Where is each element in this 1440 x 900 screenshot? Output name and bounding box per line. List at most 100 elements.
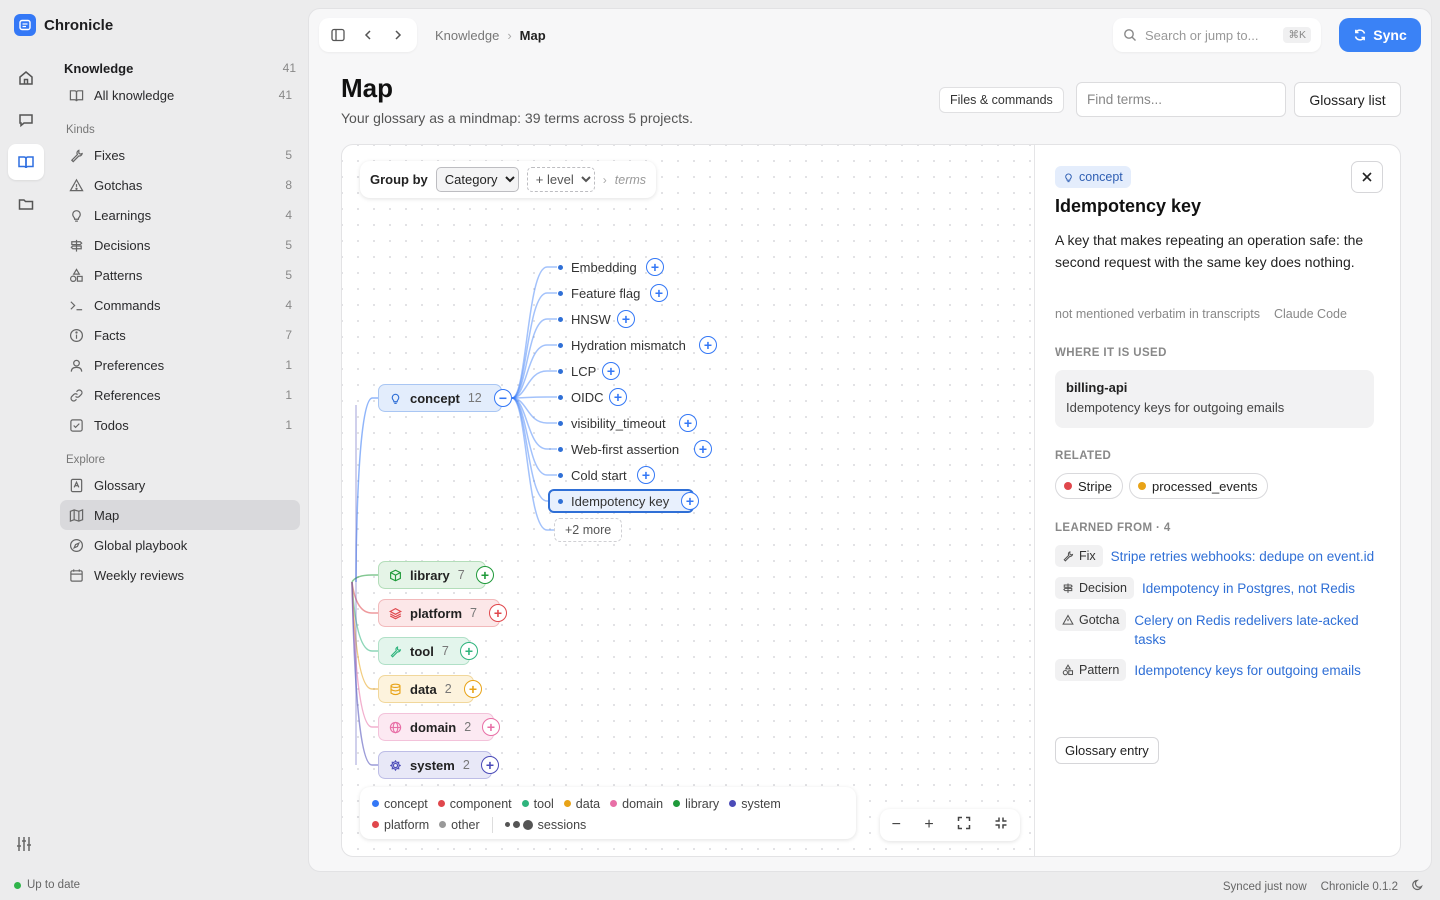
learned-link[interactable]: Celery on Redis redelivers late-acked ta… [1134,609,1385,649]
sync-button[interactable]: Sync [1339,18,1421,52]
category-node-domain[interactable]: domain 2 [378,713,494,741]
sidebar-item-decisions[interactable]: Decisions 5 [60,230,300,260]
term-node[interactable]: Embedding [558,257,637,277]
term-node[interactable]: Web-first assertion [558,439,679,459]
category-node-data[interactable]: data 2 [378,675,474,703]
expand-term-button[interactable]: + [609,388,627,406]
term-node[interactable]: Hydration mismatch [558,335,686,355]
term-node[interactable]: LCP [558,361,596,381]
sidebar-item-weekly-reviews[interactable]: Weekly reviews [60,560,300,590]
category-node-system[interactable]: system 2 [378,751,492,779]
status-bar-right: Synced just now Chronicle 0.1.2 [1223,879,1424,894]
usage-card[interactable]: billing-api Idempotency keys for outgoin… [1055,370,1374,428]
term-dot [558,342,563,348]
expand-term-button[interactable]: + [650,284,668,302]
expand-term-button[interactable]: + [694,440,712,458]
collapse-view-icon[interactable] [994,816,1008,835]
database-icon [390,683,401,695]
panel-divider [1034,145,1035,856]
sidebar-item-map[interactable]: Map [60,500,300,530]
search-bar[interactable]: Search or jump to... ⌘K [1113,18,1321,52]
expand-library-button[interactable]: + [476,566,494,584]
search-shortcut: ⌘K [1283,27,1311,43]
sidebar-item-glossary[interactable]: Glossary [60,470,300,500]
expand-domain-button[interactable]: + [482,718,500,736]
term-dot [558,264,563,270]
breadcrumb-parent[interactable]: Knowledge [435,28,499,43]
files-commands-button[interactable]: Files & commands [939,87,1064,113]
nav-section-knowledge[interactable]: Knowledge 41 [60,56,300,80]
sidebar-item-commands[interactable]: Commands 4 [60,290,300,320]
fit-view-icon[interactable] [957,816,971,835]
expand-term-button[interactable]: + [617,310,635,328]
sidebar-item-all-knowledge[interactable]: All knowledge 41 [60,80,300,110]
expand-data-button[interactable]: + [464,680,482,698]
collapse-concept-button[interactable]: − [494,389,512,407]
sidebar-item-global-playbook[interactable]: Global playbook [60,530,300,560]
term-node-selected[interactable]: Idempotency key [548,489,694,513]
group-by-select[interactable]: Category [435,167,519,192]
learned-link[interactable]: Idempotency in Postgres, not Redis [1142,577,1355,598]
kind-label: Decision [1079,581,1127,595]
sidebar-item-gotchas[interactable]: Gotchas 8 [60,170,300,200]
legend-item: other [439,818,480,832]
zoom-out-button[interactable]: − [892,816,901,834]
term-node[interactable]: OIDC [558,387,604,407]
mindmap-canvas[interactable]: Group by Category + level › terms concep… [342,145,1034,856]
sync-status: Up to date [14,879,80,891]
sliders-icon[interactable] [14,834,34,857]
category-node-tool[interactable]: tool 7 [378,637,470,665]
zoom-in-button[interactable]: + [924,816,933,834]
sidebar-item-preferences[interactable]: Preferences 1 [60,350,300,380]
forward-icon[interactable] [385,22,411,48]
sidebar-toggle-icon[interactable] [325,22,351,48]
back-icon[interactable] [355,22,381,48]
term-dot [558,446,563,452]
glossary-entry-button[interactable]: Glossary entry [1055,737,1159,764]
term-label: Feature flag [571,285,641,301]
sidebar-item-fixes[interactable]: Fixes 5 [60,140,300,170]
expand-platform-button[interactable]: + [489,604,507,622]
chat-icon[interactable] [8,102,44,138]
term-node[interactable]: Feature flag [558,283,640,303]
expand-term-button[interactable]: + [637,466,655,484]
sidebar-item-patterns[interactable]: Patterns 5 [60,260,300,290]
term-node[interactable]: Cold start [558,465,627,485]
home-icon[interactable] [8,60,44,96]
folder-icon[interactable] [8,186,44,222]
term-node[interactable]: HNSW [558,309,611,329]
sidebar-item-facts[interactable]: Facts 7 [60,320,300,350]
meta-source: Claude Code [1273,307,1347,321]
glossary-list-button[interactable]: Glossary list [1294,82,1401,117]
learned-link[interactable]: Idempotency keys for outgoing emails [1134,659,1361,680]
category-node-concept[interactable]: concept 12 [378,384,502,412]
sidebar-item-references[interactable]: References 1 [60,380,300,410]
learned-link[interactable]: Stripe retries webhooks: dedupe on event… [1111,545,1374,566]
legend-dot [673,800,681,807]
sidebar-item-todos[interactable]: Todos 1 [60,410,300,440]
wrench-icon [68,147,84,163]
related-chip-stripe[interactable]: Stripe [1055,473,1123,499]
term-node[interactable]: visibility_timeout [558,413,666,433]
learned-item: Pattern Idempotency keys for outgoing em… [1055,659,1385,681]
expand-term-button[interactable]: + [646,258,664,276]
expand-term-button[interactable]: + [602,362,620,380]
find-terms-input[interactable] [1076,82,1286,117]
expand-system-button[interactable]: + [481,756,499,774]
add-level-select[interactable]: + level [526,167,595,192]
sidebar-item-label: References [94,387,161,403]
expand-term-button[interactable]: + [679,414,697,432]
category-node-platform[interactable]: platform 7 [378,599,500,627]
legend-label: platform [384,817,430,832]
related-chip-processed-events[interactable]: processed_events [1128,473,1269,499]
expand-term-button[interactable]: + [699,336,717,354]
close-detail-button[interactable] [1351,161,1383,193]
category-node-library[interactable]: library 7 [378,561,486,589]
moon-icon[interactable] [1412,879,1424,894]
expand-term-button[interactable]: + [681,492,699,510]
book-icon[interactable] [8,144,44,180]
expand-tool-button[interactable]: + [460,642,478,660]
category-count: 2 [462,758,470,772]
sidebar-item-learnings[interactable]: Learnings 4 [60,200,300,230]
more-terms-button[interactable]: +2 more [554,518,623,542]
